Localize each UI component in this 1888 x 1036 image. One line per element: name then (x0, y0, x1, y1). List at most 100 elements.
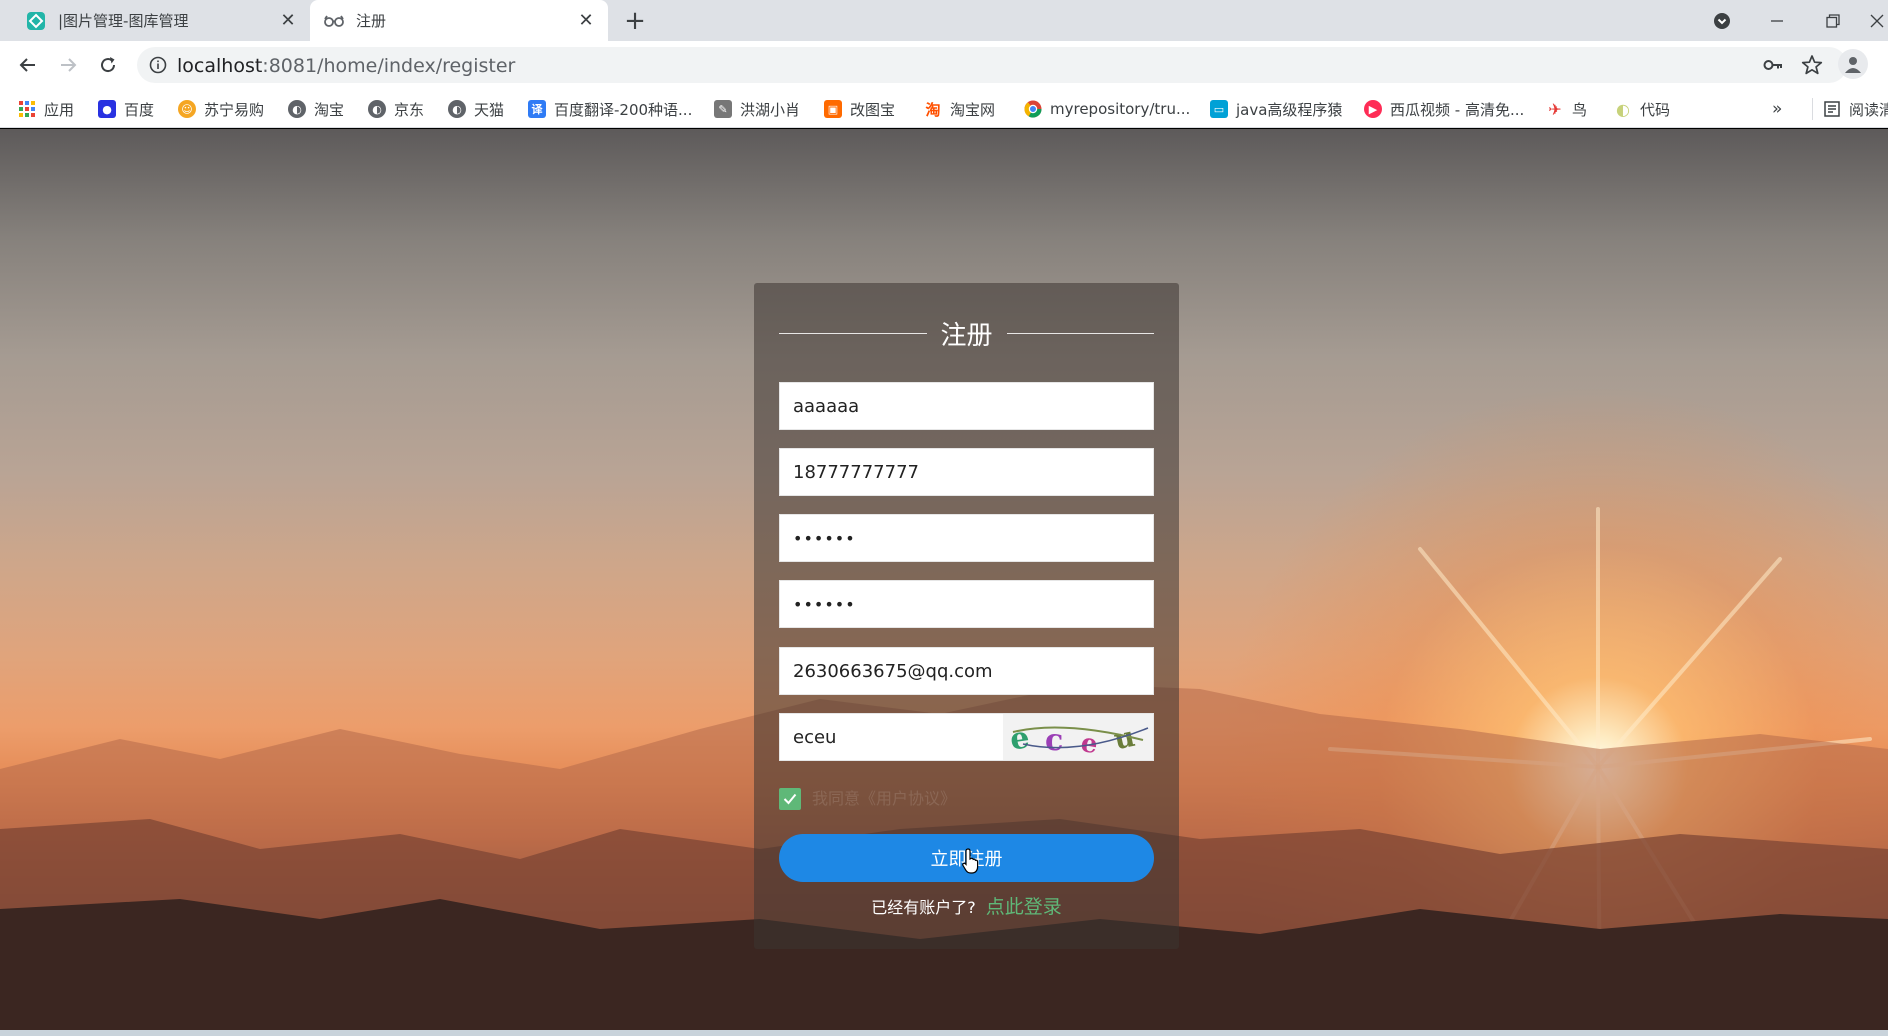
confirm-password-field[interactable] (779, 580, 1154, 628)
title-divider (1006, 332, 1155, 334)
apps-grid-icon (18, 100, 36, 118)
address-bar[interactable]: localhost:8081/home/index/register (137, 47, 1847, 83)
bookmark-label: 苏宁易购 (204, 100, 265, 119)
xigua-icon: ▶ (1364, 100, 1382, 118)
bookmark-label: 西瓜视频 - 高清免... (1390, 100, 1525, 119)
captcha-field[interactable]: e c e u (779, 713, 1154, 761)
bookmark-label: 京东 (394, 100, 425, 119)
agree-checkbox[interactable] (779, 788, 801, 810)
bookmark-taobao-net[interactable]: 淘 淘宝网 (924, 98, 995, 120)
username-field[interactable] (779, 382, 1154, 430)
login-link[interactable]: 点此登录 (986, 896, 1062, 918)
window-close-icon[interactable] (1866, 0, 1888, 41)
minimize-icon[interactable] (1762, 0, 1792, 41)
taobao-icon: 淘 (924, 100, 942, 119)
tab-register[interactable]: 注册 ✕ (310, 0, 608, 41)
confirm-password-input[interactable] (780, 581, 1153, 627)
bookmark-label: myrepository/tru... (1050, 100, 1191, 118)
gaitubao-icon: ▣ (824, 100, 842, 118)
translate-icon: 译 (528, 100, 546, 118)
bookmark-bird[interactable]: ✈ 鸟 (1546, 98, 1587, 120)
password-field[interactable] (779, 514, 1154, 562)
moon-icon: ◐ (1614, 100, 1632, 119)
bookmark-myrepository[interactable]: myrepository/tru... (1024, 98, 1190, 120)
info-icon[interactable] (149, 56, 167, 74)
bird-icon: ✈ (1546, 100, 1564, 119)
more-bookmarks-button[interactable]: » (1772, 98, 1782, 120)
app-logo-icon (26, 11, 46, 31)
suning-icon: ☺ (178, 100, 196, 118)
bookmark-label: 天猫 (474, 100, 505, 119)
page-background: 注册 e c e u (0, 129, 1888, 1036)
key-icon[interactable] (1763, 56, 1783, 78)
url-path: :8081/home/index/register (262, 55, 516, 77)
bookmark-label: java高级程序猿 (1236, 100, 1343, 119)
bookmark-baidu-translate[interactable]: 译 百度翻译-200种语... (528, 98, 692, 120)
globe-icon: ◐ (448, 100, 466, 118)
url-host: localhost (177, 55, 263, 77)
phone-field[interactable] (779, 448, 1154, 496)
bookmark-java[interactable]: ▭ java高级程序猿 (1210, 98, 1342, 120)
bookmark-apps[interactable]: 应用 (18, 98, 74, 120)
bookmark-tmall[interactable]: ◐ 天猫 (448, 98, 504, 120)
globe-icon: ◐ (368, 100, 386, 118)
tab-image-manager[interactable]: |图片管理-图库管理 ✕ (12, 0, 310, 41)
password-input[interactable] (780, 515, 1153, 561)
bookmark-label: 鸟 (1572, 100, 1588, 119)
have-account-text: 已经有账户了? (871, 898, 976, 917)
bookmark-suning[interactable]: ☺ 苏宁易购 (178, 98, 264, 120)
phone-input[interactable] (780, 449, 1153, 495)
tab-title: |图片管理-图库管理 (58, 12, 189, 30)
reload-icon[interactable] (94, 51, 122, 79)
email-input[interactable] (780, 648, 1153, 694)
bookmark-label: 淘宝网 (950, 100, 996, 119)
tab-strip: |图片管理-图库管理 ✕ 注册 ✕ + (0, 0, 1888, 41)
captcha-image[interactable]: e c e u (1003, 714, 1153, 760)
bookmark-jd[interactable]: ◐ 京东 (368, 98, 424, 120)
bookmark-code[interactable]: ◐ 代码 (1614, 98, 1670, 120)
captcha-image-text: e c e u (1008, 720, 1149, 760)
bookmark-star-icon[interactable] (1801, 54, 1823, 80)
browser-toolbar: localhost:8081/home/index/register (0, 41, 1888, 88)
tab-title: 注册 (356, 12, 387, 30)
tab-search-icon[interactable] (1708, 0, 1736, 41)
bookmark-label: 应用 (44, 100, 75, 119)
bookmark-gaitubao[interactable]: ▣ 改图宝 (824, 98, 895, 120)
new-tab-button[interactable]: + (622, 8, 648, 34)
bookmark-honghu[interactable]: ✎ 洪湖小肖 (714, 98, 800, 120)
incognito-glasses-icon (324, 11, 344, 31)
title-divider (779, 332, 927, 334)
profile-avatar-icon[interactable] (1838, 49, 1868, 79)
bookmark-label: 代码 (1640, 100, 1671, 119)
reading-list-button[interactable]: 阅读清 (1812, 98, 1888, 120)
svg-text:e: e (1008, 720, 1032, 757)
login-prompt: 已经有账户了? 点此登录 (754, 892, 1179, 923)
hand-cursor-icon (962, 848, 982, 878)
close-icon[interactable]: ✕ (278, 10, 298, 31)
back-arrow-icon[interactable] (14, 51, 42, 79)
bookmarks-bar: 应用 ● 百度 ☺ 苏宁易购 ◐ 淘宝 ◐ 京东 ◐ 天猫 译 百度翻译-200… (0, 88, 1888, 128)
feather-icon: ✎ (714, 100, 732, 118)
baidu-paw-icon: ● (98, 100, 116, 118)
bilibili-tv-icon: ▭ (1210, 100, 1228, 118)
bookmark-label: 淘宝 (314, 100, 345, 119)
chrome-icon (1024, 100, 1042, 118)
bookmark-label: 阅读清 (1849, 100, 1888, 119)
restore-icon[interactable] (1818, 0, 1848, 41)
bookmark-taobao[interactable]: ◐ 淘宝 (288, 98, 344, 120)
bookmark-label: 百度翻译-200种语... (554, 100, 693, 119)
agree-label: 我同意《用户协议》 (812, 789, 957, 808)
bookmark-xigua[interactable]: ▶ 西瓜视频 - 高清免... (1364, 98, 1524, 120)
form-title: 注册 (779, 315, 1155, 351)
bottom-strip (0, 1030, 1888, 1036)
username-input[interactable] (780, 383, 1153, 429)
bookmark-label: 改图宝 (850, 100, 896, 119)
bookmark-baidu[interactable]: ● 百度 (98, 98, 154, 120)
close-icon[interactable]: ✕ (576, 10, 596, 31)
url-text[interactable]: localhost:8081/home/index/register (177, 55, 515, 77)
forward-arrow-icon[interactable] (54, 51, 82, 79)
captcha-input[interactable] (780, 714, 1005, 760)
email-field[interactable] (779, 647, 1154, 695)
form-title-text: 注册 (940, 320, 993, 351)
bookmark-label: 百度 (124, 100, 155, 119)
